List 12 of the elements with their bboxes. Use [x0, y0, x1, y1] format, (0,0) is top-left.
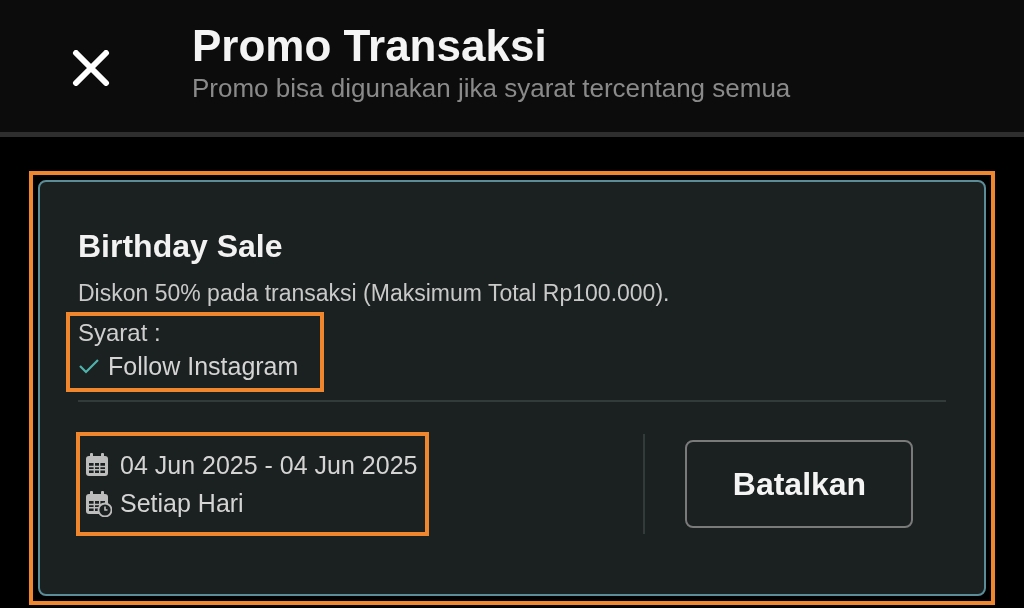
- close-button[interactable]: [72, 50, 110, 86]
- page-title: Promo Transaksi: [192, 20, 548, 72]
- promo-period: 04 Jun 2025 - 04 Jun 2025: [120, 450, 418, 481]
- close-icon: [72, 50, 110, 86]
- promo-description: Diskon 50% pada transaksi (Maksimum Total Rp100.000).: [78, 279, 671, 308]
- calendar-clock-icon: [84, 489, 112, 517]
- page-subtitle: Promo bisa digunakan jika syarat tercentang semua: [192, 72, 791, 104]
- requirement-text: Follow Instagram: [108, 351, 299, 382]
- promo-schedule: Setiap Hari: [120, 488, 244, 519]
- cancel-button[interactable]: Batalkan: [685, 440, 914, 528]
- promo-title: Birthday Sale: [78, 227, 284, 266]
- requirements-label: Syarat :: [78, 318, 162, 348]
